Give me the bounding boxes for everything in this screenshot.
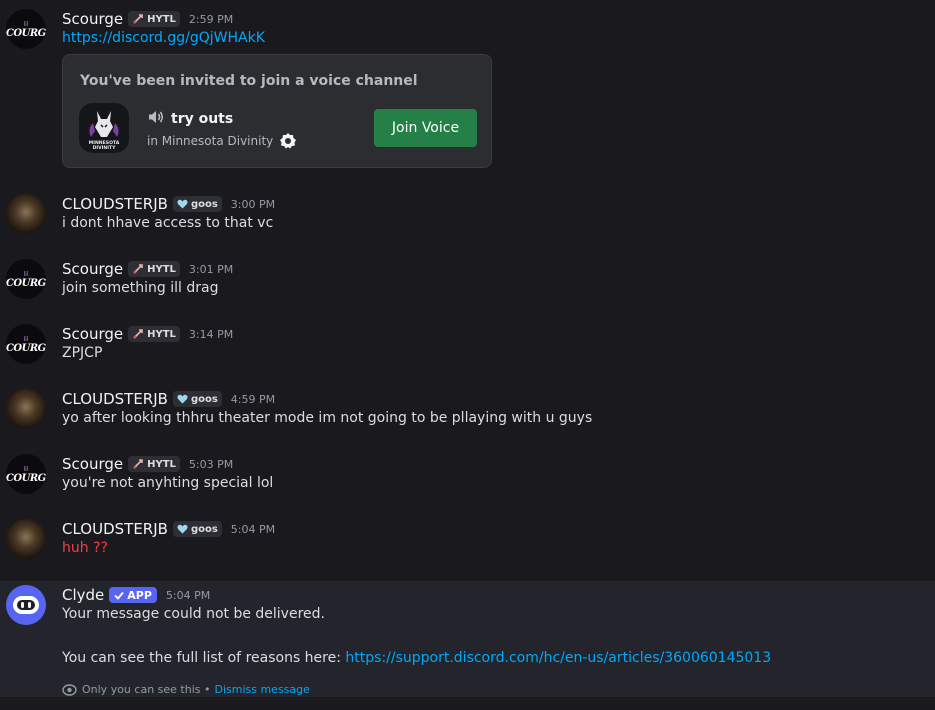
avatar[interactable]: lil SCOURGE: [6, 324, 46, 364]
timestamp[interactable]: 3:00 PM: [231, 198, 275, 211]
support-link[interactable]: https://support.discord.com/hc/en-us/art…: [345, 650, 771, 666]
message-content: join something ill drag: [62, 280, 219, 296]
avatar[interactable]: lil SCOURGE: [6, 454, 46, 494]
server-tag[interactable]: HYTL: [128, 326, 180, 342]
app-badge: APP: [109, 587, 157, 603]
username[interactable]: Scourge: [62, 455, 123, 473]
message-header: Scourge HYTL 3:01 PM: [62, 259, 233, 279]
avatar[interactable]: [6, 519, 46, 559]
timestamp[interactable]: 2:59 PM: [189, 13, 233, 26]
timestamp[interactable]: 5:04 PM: [231, 523, 275, 536]
heart-icon: [177, 199, 188, 209]
voice-channel: try outs: [147, 109, 233, 129]
message-header: Scourge HYTL 5:03 PM: [62, 454, 233, 474]
heart-icon: [177, 394, 188, 404]
message-header: CLOUDSTERJB goos 3:00 PM: [62, 194, 275, 214]
server-name-row: in Minnesota Divinity: [147, 132, 297, 150]
eye-icon: [62, 683, 77, 696]
message-content: https://discord.gg/gQjWHAkK: [62, 30, 265, 46]
message-content: i dont hhave access to that vc: [62, 215, 274, 231]
username[interactable]: Scourge: [62, 325, 123, 343]
message-header: Clyde APP 5:04 PM: [62, 585, 210, 605]
avatar[interactable]: lil SCOURGE: [6, 9, 46, 49]
avatar[interactable]: lil SCOURGE: [6, 259, 46, 299]
channel-name: try outs: [171, 111, 234, 127]
message-header: Scourge HYTL 2:59 PM: [62, 9, 233, 29]
dismiss-message-link[interactable]: Dismiss message: [214, 683, 309, 696]
message-content: huh ??: [62, 540, 108, 556]
sword-icon: [132, 263, 144, 275]
message-content: Your message could not be delivered.: [62, 606, 325, 622]
sword-icon: [132, 13, 144, 25]
clyde-avatar[interactable]: [6, 585, 46, 625]
ephemeral-notice: Only you can see this • Dismiss message: [62, 683, 310, 696]
message-content: yo after looking thhru theater mode im n…: [62, 410, 593, 426]
server-tag[interactable]: HYTL: [128, 261, 180, 277]
message-content: you're not anyhting special lol: [62, 475, 274, 491]
server-name: in Minnesota Divinity: [147, 134, 274, 148]
username[interactable]: Clyde: [62, 586, 104, 604]
heart-icon: [177, 524, 188, 534]
server-tag[interactable]: HYTL: [128, 456, 180, 472]
server-icon[interactable]: MINNESOTA DIVINITY: [79, 103, 129, 153]
avatar[interactable]: [6, 389, 46, 429]
sword-icon: [132, 328, 144, 340]
avatar[interactable]: [6, 194, 46, 234]
speaker-icon: [147, 109, 165, 129]
timestamp[interactable]: 3:01 PM: [189, 263, 233, 276]
server-tag[interactable]: goos: [172, 521, 222, 537]
checkmark-icon: [114, 591, 124, 600]
timestamp[interactable]: 3:14 PM: [189, 328, 233, 341]
voice-invite-card: You've been invited to join a voice chan…: [62, 54, 492, 168]
server-tag[interactable]: goos: [172, 196, 222, 212]
username[interactable]: Scourge: [62, 10, 123, 28]
join-voice-button[interactable]: Join Voice: [374, 109, 477, 147]
invite-link[interactable]: https://discord.gg/gQjWHAkK: [62, 30, 265, 46]
message-content-line2: You can see the full list of reasons her…: [62, 650, 772, 666]
username[interactable]: CLOUDSTERJB: [62, 195, 168, 213]
timestamp[interactable]: 4:59 PM: [231, 393, 275, 406]
server-tag[interactable]: HYTL: [128, 11, 180, 27]
invite-title: You've been invited to join a voice chan…: [80, 73, 418, 89]
verified-server-icon: [280, 133, 297, 149]
clyde-bot-icon: [13, 596, 39, 614]
username[interactable]: CLOUDSTERJB: [62, 390, 168, 408]
message-header: Scourge HYTL 3:14 PM: [62, 324, 233, 344]
svg-text:DIVINITY: DIVINITY: [93, 145, 116, 151]
server-tag[interactable]: goos: [172, 391, 222, 407]
message-header: CLOUDSTERJB goos 5:04 PM: [62, 519, 275, 539]
sword-icon: [132, 458, 144, 470]
message-content: ZPJCP: [62, 345, 103, 361]
message-header: CLOUDSTERJB goos 4:59 PM: [62, 389, 275, 409]
username[interactable]: Scourge: [62, 260, 123, 278]
timestamp[interactable]: 5:03 PM: [189, 458, 233, 471]
username[interactable]: CLOUDSTERJB: [62, 520, 168, 538]
timestamp[interactable]: 5:04 PM: [166, 589, 210, 602]
